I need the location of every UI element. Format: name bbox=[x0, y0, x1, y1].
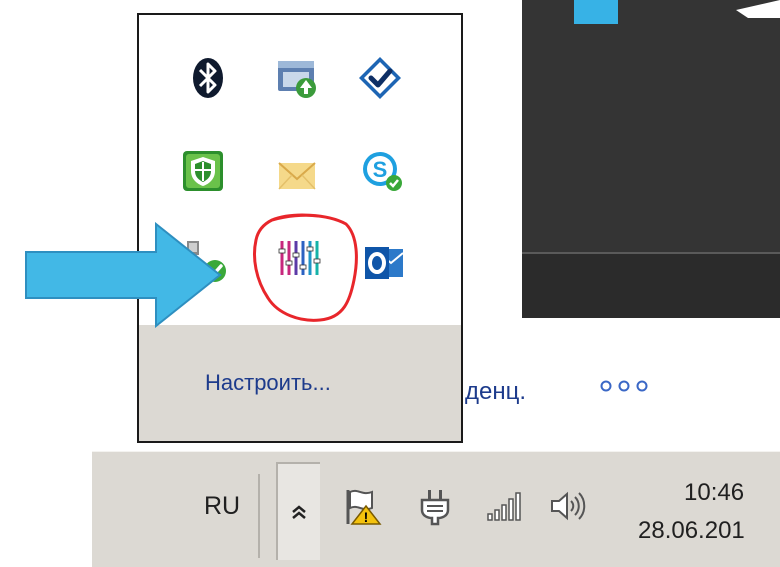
svg-text:!: ! bbox=[364, 509, 369, 525]
app-tile bbox=[574, 0, 618, 24]
checkmark-shield-icon[interactable] bbox=[357, 55, 403, 101]
speaker-volume-icon[interactable] bbox=[546, 486, 586, 526]
show-hidden-icons-button[interactable] bbox=[276, 462, 320, 560]
cursor-shape bbox=[736, 0, 780, 18]
customize-link[interactable]: Настроить... bbox=[205, 370, 331, 396]
background-partial-text: денц. bbox=[465, 378, 527, 405]
language-indicator[interactable]: RU bbox=[204, 492, 240, 521]
taskbar: RU ! 10:46 28.06.201 bbox=[92, 451, 780, 567]
network-update-icon[interactable] bbox=[274, 55, 320, 101]
svg-text:S: S bbox=[373, 157, 388, 182]
clock-time: 10:46 bbox=[684, 479, 745, 506]
power-plug-icon[interactable] bbox=[416, 486, 456, 526]
annotation-arrow bbox=[25, 222, 222, 328]
action-center-flag-icon[interactable]: ! bbox=[342, 486, 382, 526]
green-shield-icon[interactable] bbox=[180, 148, 226, 194]
signal-bars-icon[interactable] bbox=[484, 486, 524, 526]
window-bottom-bar bbox=[522, 254, 780, 318]
background-app-window bbox=[522, 0, 780, 318]
more-dots-icon[interactable] bbox=[598, 377, 650, 395]
outlook-icon[interactable] bbox=[361, 241, 407, 287]
clock-date: 28.06.201 bbox=[638, 517, 745, 544]
bluetooth-icon[interactable] bbox=[185, 55, 231, 101]
system-clock[interactable]: 10:46 28.06.201 bbox=[638, 474, 780, 550]
tray-popup-footer: Настроить... bbox=[139, 325, 461, 441]
skype-icon[interactable]: S bbox=[359, 148, 405, 194]
annotation-highlight-circle bbox=[253, 213, 358, 322]
taskbar-separator bbox=[258, 474, 260, 558]
chevron-up-icon bbox=[292, 505, 306, 519]
mail-envelope-icon[interactable] bbox=[274, 153, 320, 199]
